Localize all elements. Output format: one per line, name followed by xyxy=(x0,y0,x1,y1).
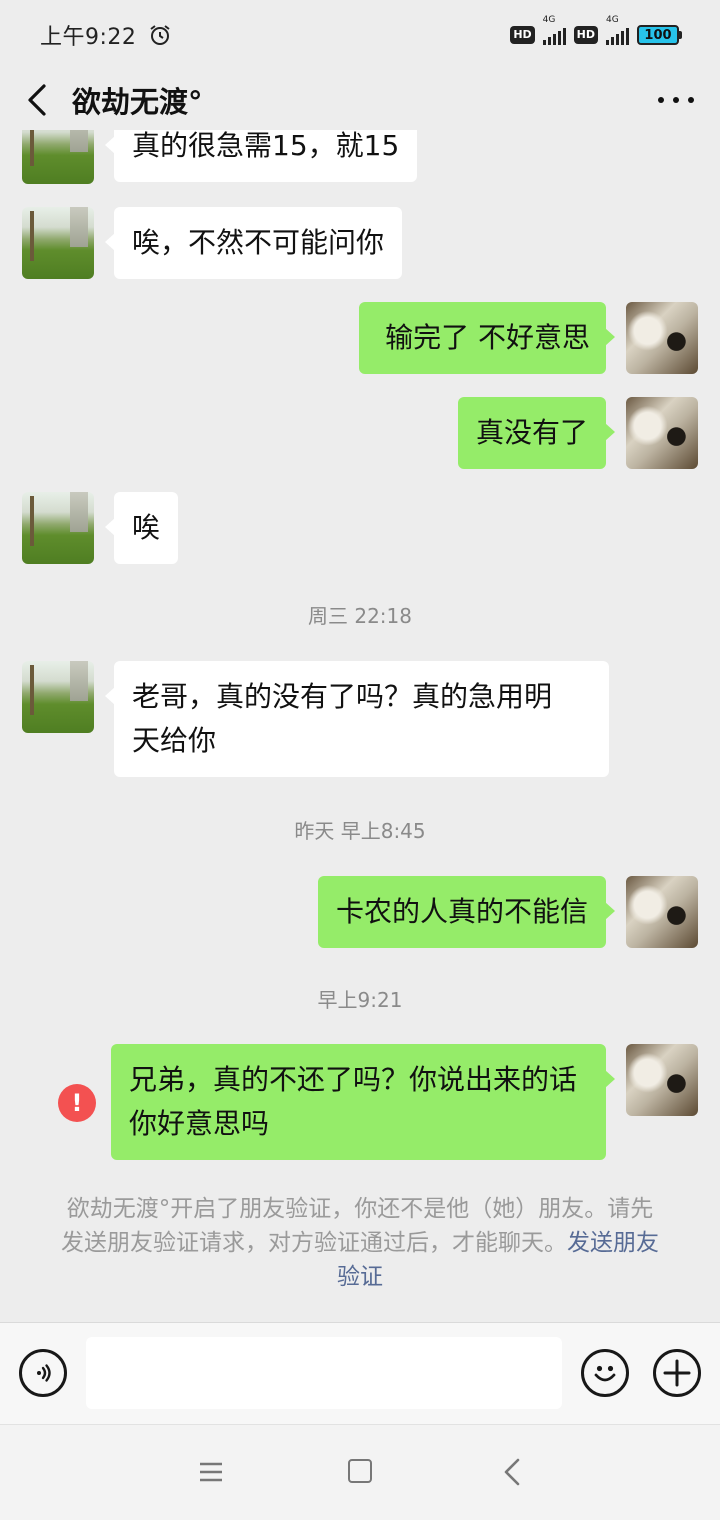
network-type: 4G xyxy=(542,15,556,25)
send-failed-icon[interactable]: ! xyxy=(58,1084,96,1122)
signal-strength-icon: 4G xyxy=(542,15,566,45)
my-avatar[interactable] xyxy=(626,397,698,469)
contact-avatar[interactable] xyxy=(22,661,94,733)
system-navigation-bar xyxy=(0,1424,720,1520)
alarm-clock-icon xyxy=(150,25,171,45)
friend-verification-notice: 欲劫无渡°开启了朋友验证，你还不是他（她）朋友。请先发送朋友验证请求，对方验证通… xyxy=(60,1192,660,1294)
contact-avatar[interactable] xyxy=(22,207,94,279)
voice-icon[interactable] xyxy=(19,1349,67,1397)
message-input-bar xyxy=(0,1322,720,1424)
back-icon[interactable] xyxy=(500,1457,524,1487)
network-type: 4G xyxy=(606,15,619,25)
message-input[interactable] xyxy=(86,1337,562,1409)
chat-timestamp: 昨天 早上8:45 xyxy=(294,819,426,843)
chat-header: 欲劫无渡° xyxy=(0,70,720,130)
emoji-icon[interactable] xyxy=(581,1349,629,1397)
chevron-left-icon[interactable] xyxy=(26,80,56,120)
message-bubble-incoming[interactable]: 唉，不然不可能问你 xyxy=(104,207,403,279)
home-icon[interactable] xyxy=(348,1459,372,1483)
hd-badge: HD xyxy=(573,26,598,44)
my-avatar[interactable] xyxy=(626,302,698,374)
my-avatar[interactable] xyxy=(626,1044,698,1116)
chat-timestamp: 早上9:21 xyxy=(317,988,403,1012)
status-icons: HD 4G HD 4G 100 xyxy=(510,15,682,45)
battery-level: 100 xyxy=(637,25,679,45)
battery-icon: 100 xyxy=(637,25,682,45)
message-bubble-outgoing[interactable]: 卡农的人真的不能信 xyxy=(317,876,616,948)
message-bubble-outgoing[interactable]: 兄弟，真的不还了吗？你说出来的话 你好意思吗 xyxy=(111,1044,615,1160)
contact-avatar[interactable] xyxy=(22,492,94,564)
hd-badge: HD xyxy=(510,26,535,44)
message-bubble-outgoing[interactable]: 输完了 不好意思 xyxy=(359,302,615,374)
my-avatar[interactable] xyxy=(626,876,698,948)
message-bubble-incoming[interactable]: 真的很急需15，就15 xyxy=(104,130,418,182)
plus-icon[interactable] xyxy=(653,1349,701,1397)
status-time: 上午9:22 xyxy=(40,25,137,50)
message-bubble-incoming[interactable]: 唉 xyxy=(104,492,179,564)
signal-strength-icon: 4G xyxy=(606,15,629,45)
more-dots-icon[interactable] xyxy=(658,85,694,115)
chat-message-list[interactable]: 真的很急需15，就15 唉，不然不可能问你 输完了 不好意思 真没有了 唉 周三… xyxy=(0,130,720,1322)
notice-text: 欲劫无渡°开启了朋友验证，你还不是他（她）朋友。请先发送朋友验证请求，对方验证通… xyxy=(61,1196,654,1256)
menu-icon[interactable] xyxy=(199,1461,223,1483)
message-bubble-outgoing[interactable]: 真没有了 xyxy=(457,397,616,469)
contact-avatar[interactable] xyxy=(22,130,94,184)
message-bubble-incoming[interactable]: 老哥，真的没有了吗？真的急用明 天给你 xyxy=(105,661,609,777)
status-bar: 上午9:22 HD 4G HD 4G 100 xyxy=(0,0,720,70)
chat-title[interactable]: 欲劫无渡° xyxy=(72,79,203,121)
chat-timestamp: 周三 22:18 xyxy=(308,604,412,628)
